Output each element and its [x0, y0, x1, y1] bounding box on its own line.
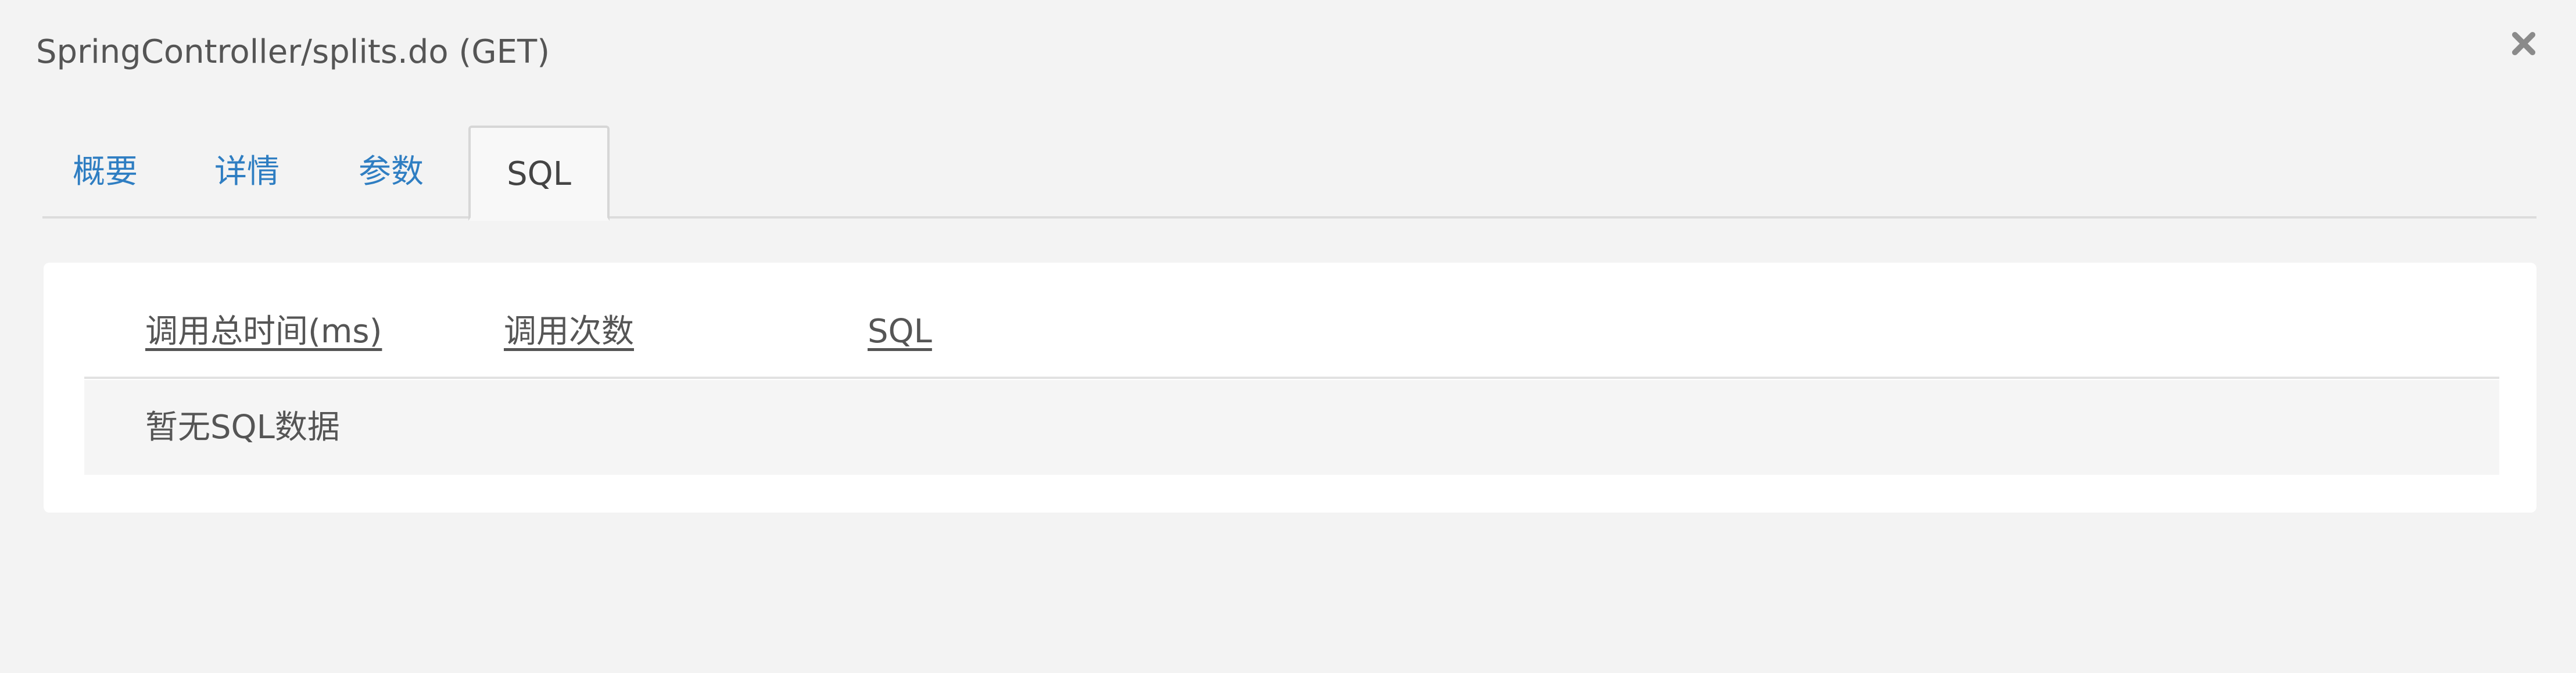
column-header-total-time[interactable]: 调用总时间(ms) [145, 296, 382, 367]
tab-overview[interactable]: 概要 [73, 126, 138, 219]
tab-parameters[interactable]: 参数 [359, 126, 424, 219]
empty-message: 暂无SQL数据 [145, 409, 340, 446]
close-icon [2511, 31, 2536, 56]
column-header-call-count[interactable]: 调用次数 [504, 296, 634, 367]
column-header-sql[interactable]: SQL [868, 296, 932, 367]
tab-sql[interactable]: SQL [468, 126, 610, 221]
modal-dialog: SpringController/splits.do (GET) 概要 详情 参… [0, 0, 2576, 673]
tab-details[interactable]: 详情 [214, 126, 280, 219]
sql-panel: 调用总时间(ms) 调用次数 SQL 暂无SQL数据 [44, 263, 2536, 513]
tab-bar: 概要 详情 参数 SQL [42, 126, 2536, 221]
dialog-title: SpringController/splits.do (GET) [36, 33, 550, 71]
table-header: 调用总时间(ms) 调用次数 SQL [84, 296, 2499, 379]
empty-table-row: 暂无SQL数据 [84, 380, 2499, 475]
close-button[interactable] [2500, 20, 2547, 67]
